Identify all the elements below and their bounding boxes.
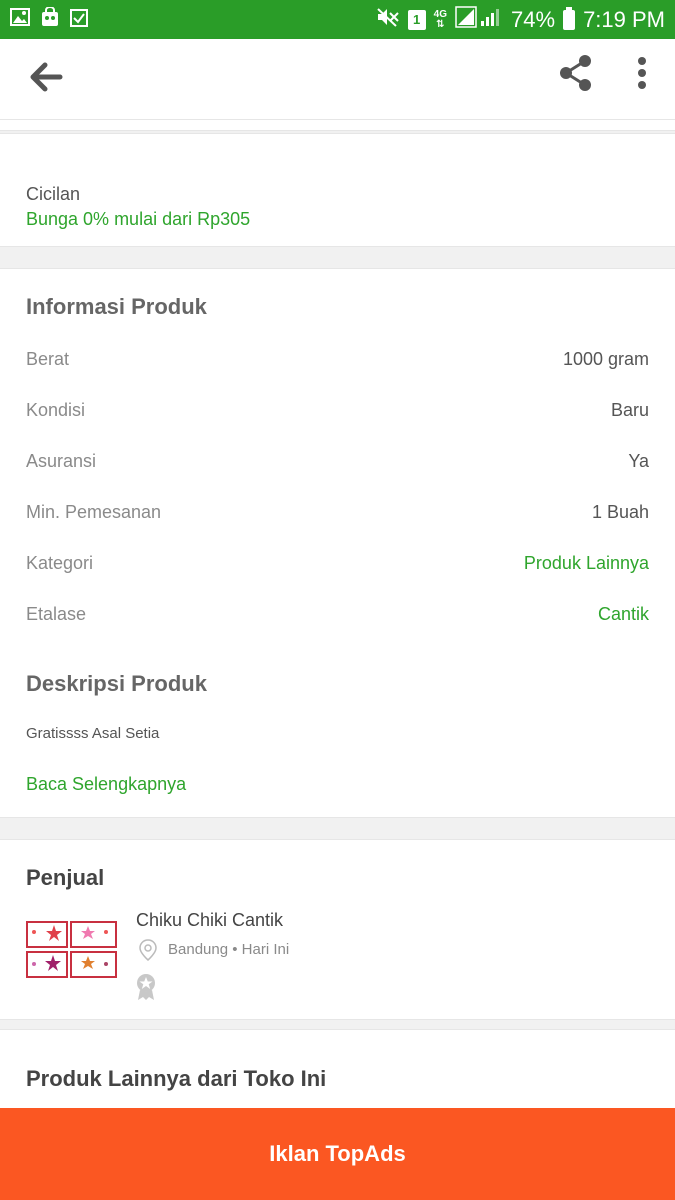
info-row-storefront: Etalase Cantik [26,604,649,634]
info-value: Ya [628,451,649,471]
info-key: Min. Pemesanan [26,502,162,522]
clock: 7:19 PM [583,6,665,32]
share-icon[interactable] [556,53,596,93]
info-key: Kondisi [26,400,86,420]
info-key: Asuransi [26,451,97,471]
more-vert-icon[interactable] [626,53,658,93]
cicilan-value[interactable]: Bunga 0% mulai dari Rp305 [26,209,250,230]
location-pin-icon [138,938,158,962]
description-text: Gratissss Asal Setia [26,725,160,742]
info-row-category: Kategori Produk Lainnya [26,553,649,583]
sim-icon: 1 [407,9,426,30]
info-row-insurance: Asuransi Ya [26,451,649,481]
storefront-link[interactable]: Cantik [598,604,649,625]
info-key: Kategori [26,553,94,573]
battery-percent: 74% [511,6,556,32]
info-key: Etalase [26,604,87,624]
shop-name-link[interactable]: Chiku Chiki Cantik [136,910,283,931]
product-section-strip [0,119,675,131]
status-bar: 1 4G ⇅ 74% 7:19 PM [0,0,675,39]
cicilan-label: Cicilan [26,184,81,204]
info-key: Berat [26,349,70,369]
shop-avatar[interactable] [26,920,118,980]
cicilan-card[interactable]: Cicilan Bunga 0% mulai dari Rp305 [0,133,675,247]
reputation-badge-icon [135,973,157,1001]
info-value: Baru [610,400,649,420]
signal-icon [455,5,503,34]
product-info-card: Informasi Produk Berat 1000 gram Kondisi… [0,268,675,818]
checkbox-icon [70,7,88,32]
mute-icon [376,7,400,33]
back-arrow-icon[interactable] [26,57,66,97]
more-products-title: Produk Lainnya dari Toko Ini [26,1066,327,1091]
topads-button-label: Iklan TopAds [269,1141,406,1166]
app-bar [0,39,675,119]
info-row-condition: Kondisi Baru [26,400,649,430]
product-info-title: Informasi Produk [26,294,207,319]
battery-icon [563,6,576,30]
network-type: 4G ⇅ [433,8,448,30]
info-value: 1000 gram [562,349,649,369]
info-value: 1 Buah [591,502,649,522]
seller-card[interactable]: Penjual Chiku Chiki Cantik Bandung • Har… [0,839,675,1020]
info-row-min-order: Min. Pemesanan 1 Buah [26,502,649,532]
shop-location: Bandung • Hari Ini [168,941,290,958]
shopping-bag-icon [40,6,60,32]
seller-title: Penjual [26,865,105,890]
description-title: Deskripsi Produk [26,671,207,696]
info-row-weight: Berat 1000 gram [26,349,649,379]
image-icon [10,8,30,31]
topads-button[interactable]: Iklan TopAds [0,1108,675,1200]
read-more-link[interactable]: Baca Selengkapnya [26,774,186,795]
category-link[interactable]: Produk Lainnya [524,553,649,574]
